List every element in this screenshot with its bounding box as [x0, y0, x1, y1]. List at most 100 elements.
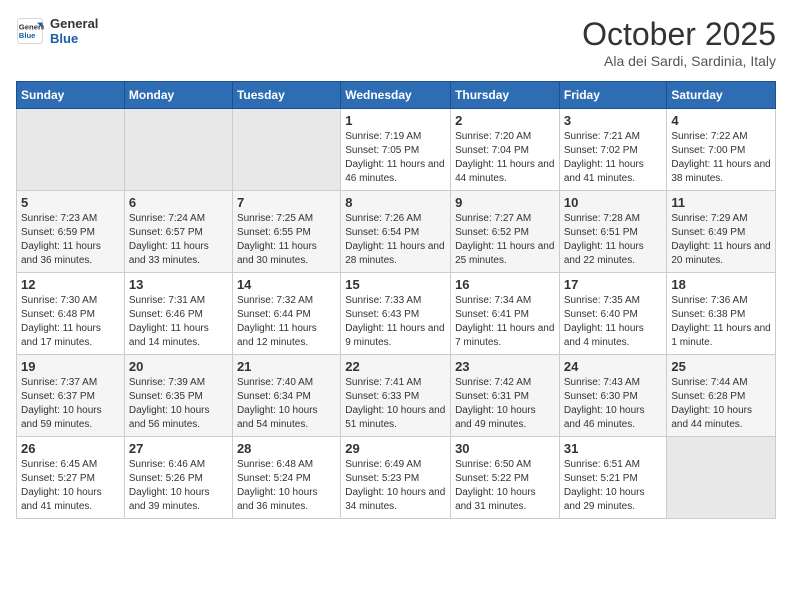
logo-line2: Blue	[50, 31, 98, 46]
day-number: 1	[345, 113, 446, 128]
calendar-cell: 27 Sunrise: 6:46 AM Sunset: 5:26 PM Dayli…	[124, 437, 232, 519]
day-number: 31	[564, 441, 663, 456]
day-number: 22	[345, 359, 446, 374]
calendar-cell: 8 Sunrise: 7:26 AM Sunset: 6:54 PM Daylig…	[341, 191, 451, 273]
day-info: Sunrise: 7:23 AM Sunset: 6:59 PM Dayligh…	[21, 212, 120, 268]
day-info: Sunrise: 7:31 AM Sunset: 6:46 PM Dayligh…	[129, 294, 228, 350]
weekday-header-cell: Sunday	[17, 82, 125, 109]
day-info: Sunrise: 7:33 AM Sunset: 6:43 PM Dayligh…	[345, 294, 446, 350]
day-number: 8	[345, 195, 446, 210]
day-number: 3	[564, 113, 663, 128]
day-info: Sunrise: 7:32 AM Sunset: 6:44 PM Dayligh…	[237, 294, 336, 350]
day-info: Sunrise: 7:20 AM Sunset: 7:04 PM Dayligh…	[455, 130, 555, 186]
day-number: 20	[129, 359, 228, 374]
day-number: 10	[564, 195, 663, 210]
day-info: Sunrise: 7:41 AM Sunset: 6:33 PM Dayligh…	[345, 376, 446, 432]
day-info: Sunrise: 7:40 AM Sunset: 6:34 PM Dayligh…	[237, 376, 336, 432]
day-number: 15	[345, 277, 446, 292]
calendar-cell: 24Sunrise: 7:43 AM Sunset: 6:30 PM Dayli…	[559, 355, 667, 437]
day-info: Sunrise: 7:29 AM Sunset: 6:49 PM Dayligh…	[671, 212, 771, 268]
calendar-cell: 20Sunrise: 7:39 AM Sunset: 6:35 PM Dayli…	[124, 355, 232, 437]
calendar-week-row: 12 Sunrise: 7:30 AM Sunset: 6:48 PM Dayli…	[17, 273, 776, 355]
day-number: 24	[564, 359, 663, 374]
day-number: 9	[455, 195, 555, 210]
day-number: 27	[129, 441, 228, 456]
calendar-week-row: 26Sunrise: 6:45 AM Sunset: 5:27 PM Dayli…	[17, 437, 776, 519]
day-number: 6	[129, 195, 228, 210]
weekday-header-cell: Monday	[124, 82, 232, 109]
calendar-cell: 22 Sunrise: 7:41 AM Sunset: 6:33 PM Dayli…	[341, 355, 451, 437]
day-number: 30	[455, 441, 555, 456]
day-number: 23	[455, 359, 555, 374]
calendar-cell: 12 Sunrise: 7:30 AM Sunset: 6:48 PM Dayli…	[17, 273, 125, 355]
logo-line1: General	[50, 16, 98, 31]
logo: General Blue General Blue	[16, 16, 98, 46]
calendar-cell: 15 Sunrise: 7:33 AM Sunset: 6:43 PM Dayli…	[341, 273, 451, 355]
location-subtitle: Ala dei Sardi, Sardinia, Italy	[582, 53, 776, 69]
calendar-cell	[124, 109, 232, 191]
day-info: Sunrise: 7:19 AM Sunset: 7:05 PM Dayligh…	[345, 130, 446, 186]
calendar-cell: 21 Sunrise: 7:40 AM Sunset: 6:34 PM Dayli…	[232, 355, 340, 437]
day-info: Sunrise: 7:34 AM Sunset: 6:41 PM Dayligh…	[455, 294, 555, 350]
calendar-body: 1 Sunrise: 7:19 AM Sunset: 7:05 PM Daylig…	[17, 109, 776, 519]
day-number: 11	[671, 195, 771, 210]
day-info: Sunrise: 7:21 AM Sunset: 7:02 PM Dayligh…	[564, 130, 663, 186]
calendar-cell: 30 Sunrise: 6:50 AM Sunset: 5:22 PM Dayli…	[451, 437, 560, 519]
calendar-cell: 14 Sunrise: 7:32 AM Sunset: 6:44 PM Dayli…	[232, 273, 340, 355]
calendar-cell: 3 Sunrise: 7:21 AM Sunset: 7:02 PM Daylig…	[559, 109, 667, 191]
month-title: October 2025	[582, 16, 776, 53]
day-number: 18	[671, 277, 771, 292]
day-info: Sunrise: 6:50 AM Sunset: 5:22 PM Dayligh…	[455, 458, 555, 514]
page-header: General Blue General Blue October 2025 A…	[16, 16, 776, 69]
logo-icon: General Blue	[16, 17, 44, 45]
day-info: Sunrise: 7:42 AM Sunset: 6:31 PM Dayligh…	[455, 376, 555, 432]
day-info: Sunrise: 7:35 AM Sunset: 6:40 PM Dayligh…	[564, 294, 663, 350]
calendar-cell: 13 Sunrise: 7:31 AM Sunset: 6:46 PM Dayli…	[124, 273, 232, 355]
calendar-cell: 6Sunrise: 7:24 AM Sunset: 6:57 PM Daylig…	[124, 191, 232, 273]
calendar-cell	[17, 109, 125, 191]
calendar-cell: 5Sunrise: 7:23 AM Sunset: 6:59 PM Daylig…	[17, 191, 125, 273]
day-number: 29	[345, 441, 446, 456]
day-number: 13	[129, 277, 228, 292]
day-number: 16	[455, 277, 555, 292]
weekday-header-cell: Tuesday	[232, 82, 340, 109]
weekday-header-cell: Friday	[559, 82, 667, 109]
day-number: 7	[237, 195, 336, 210]
calendar-cell: 9 Sunrise: 7:27 AM Sunset: 6:52 PM Daylig…	[451, 191, 560, 273]
day-info: Sunrise: 7:30 AM Sunset: 6:48 PM Dayligh…	[21, 294, 120, 350]
weekday-header-cell: Wednesday	[341, 82, 451, 109]
weekday-header-cell: Thursday	[451, 82, 560, 109]
calendar-cell: 2 Sunrise: 7:20 AM Sunset: 7:04 PM Daylig…	[451, 109, 560, 191]
calendar-cell: 17 Sunrise: 7:35 AM Sunset: 6:40 PM Dayli…	[559, 273, 667, 355]
day-info: Sunrise: 7:27 AM Sunset: 6:52 PM Dayligh…	[455, 212, 555, 268]
day-info: Sunrise: 6:49 AM Sunset: 5:23 PM Dayligh…	[345, 458, 446, 514]
title-block: October 2025 Ala dei Sardi, Sardinia, It…	[582, 16, 776, 69]
calendar-cell	[667, 437, 776, 519]
weekday-header-cell: Saturday	[667, 82, 776, 109]
day-info: Sunrise: 6:46 AM Sunset: 5:26 PM Dayligh…	[129, 458, 228, 514]
day-info: Sunrise: 7:22 AM Sunset: 7:00 PM Dayligh…	[671, 130, 771, 186]
calendar-week-row: 5Sunrise: 7:23 AM Sunset: 6:59 PM Daylig…	[17, 191, 776, 273]
day-number: 17	[564, 277, 663, 292]
calendar-cell: 11 Sunrise: 7:29 AM Sunset: 6:49 PM Dayli…	[667, 191, 776, 273]
calendar-cell: 31Sunrise: 6:51 AM Sunset: 5:21 PM Dayli…	[559, 437, 667, 519]
day-number: 14	[237, 277, 336, 292]
day-number: 2	[455, 113, 555, 128]
day-info: Sunrise: 7:26 AM Sunset: 6:54 PM Dayligh…	[345, 212, 446, 268]
day-number: 12	[21, 277, 120, 292]
svg-text:Blue: Blue	[19, 31, 36, 40]
day-info: Sunrise: 7:25 AM Sunset: 6:55 PM Dayligh…	[237, 212, 336, 268]
day-info: Sunrise: 7:44 AM Sunset: 6:28 PM Dayligh…	[671, 376, 771, 432]
calendar-cell: 19Sunrise: 7:37 AM Sunset: 6:37 PM Dayli…	[17, 355, 125, 437]
calendar-cell	[232, 109, 340, 191]
day-number: 21	[237, 359, 336, 374]
day-info: Sunrise: 7:28 AM Sunset: 6:51 PM Dayligh…	[564, 212, 663, 268]
day-number: 26	[21, 441, 120, 456]
calendar-cell: 25 Sunrise: 7:44 AM Sunset: 6:28 PM Dayli…	[667, 355, 776, 437]
day-number: 25	[671, 359, 771, 374]
calendar-cell: 18Sunrise: 7:36 AM Sunset: 6:38 PM Dayli…	[667, 273, 776, 355]
calendar-cell: 23 Sunrise: 7:42 AM Sunset: 6:31 PM Dayli…	[451, 355, 560, 437]
calendar-cell: 10 Sunrise: 7:28 AM Sunset: 6:51 PM Dayli…	[559, 191, 667, 273]
calendar-cell: 16 Sunrise: 7:34 AM Sunset: 6:41 PM Dayli…	[451, 273, 560, 355]
calendar-cell: 28Sunrise: 6:48 AM Sunset: 5:24 PM Dayli…	[232, 437, 340, 519]
